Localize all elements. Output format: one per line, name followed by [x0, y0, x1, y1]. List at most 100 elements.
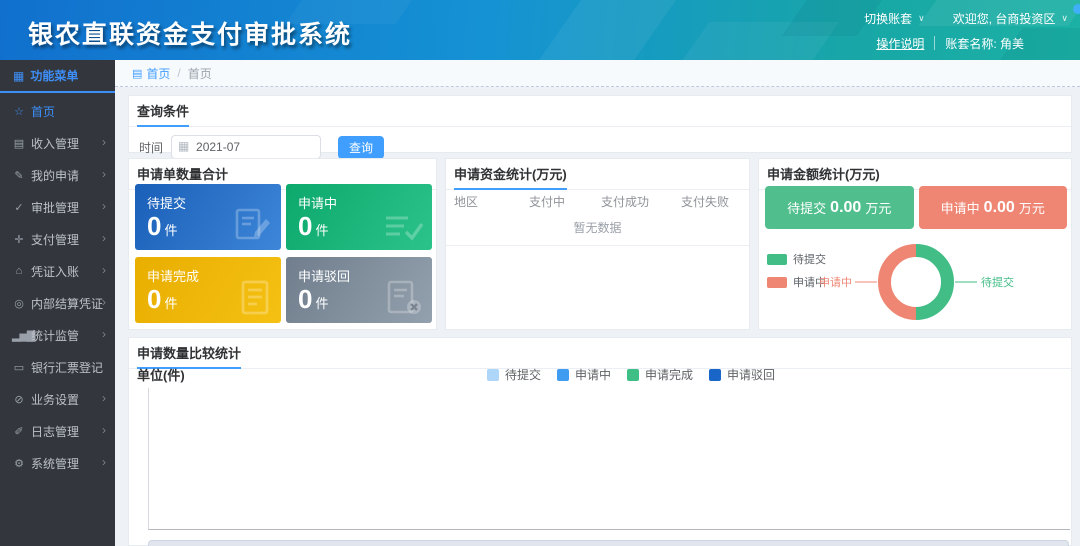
card-in-progress[interactable]: 申请中 0件: [286, 184, 432, 250]
sidebar-item-payment[interactable]: ✛ 支付管理 ›: [0, 223, 115, 255]
sidebar-item-statistics[interactable]: ▂▅▇ 统计监管 ›: [0, 319, 115, 351]
list-check-icon: [382, 210, 424, 244]
chevron-right-icon: ›: [102, 423, 106, 437]
amount-stats-panel: 申请金额统计(万元) 待提交 0.00 万元 申请中 0.00 万元 待提交: [758, 158, 1072, 330]
legend-swatch-blue: [557, 369, 569, 381]
chevron-right-icon: ›: [102, 295, 106, 309]
sidebar-menu: ☆ 首页 ▤ 收入管理 › ✎ 我的申请 › ✓ 审批管理 › ✛ 支付管理 ›: [0, 93, 115, 479]
card-label: 申请中: [298, 193, 337, 212]
bar-chart-icon: ▂▅▇: [12, 329, 25, 342]
sidebar-item-log[interactable]: ✐ 日志管理 ›: [0, 415, 115, 447]
funds-table-title: 申请资金统计(万元): [454, 164, 567, 190]
home-star-icon: ☆: [12, 105, 25, 118]
breadcrumb-home-link[interactable]: 首页: [146, 65, 170, 82]
chart-datazoom-slider[interactable]: [148, 540, 1069, 546]
header-decor-shape: [531, 0, 685, 60]
summary-cards-panel: 申请单数量合计 待提交 0件 申请中 0件: [128, 158, 437, 330]
sidebar-item-label: 银行汇票登记: [31, 359, 103, 376]
sidebar-item-label: 首页: [31, 103, 55, 120]
header-user-area: 切换账套 ∨ 欢迎您, 台商投资区 ∨ 操作说明 账套名称: 角美: [864, 8, 1068, 54]
legend-label: 申请驳回: [727, 366, 775, 383]
sidebar-item-system[interactable]: ⚙ 系统管理 ›: [0, 447, 115, 479]
card-label: 申请驳回: [298, 266, 350, 285]
query-panel-title: 查询条件: [137, 101, 189, 127]
donut-label-right: 待提交: [981, 275, 1014, 289]
edit-icon: ✐: [12, 425, 25, 438]
sidebar-item-internal-settlement[interactable]: ◎ 内部结算凭证 ›: [0, 287, 115, 319]
legend-swatch-darkblue: [709, 369, 721, 381]
app-window: 银农直联资金支付审批系统 切换账套 ∨ 欢迎您, 台商投资区 ∨ 操作说明 账套…: [0, 0, 1080, 546]
breadcrumb: ▤ 首页 / 首页: [115, 60, 1080, 87]
sidebar-item-voucher-entry[interactable]: ⌂ 凭证入账 ›: [0, 255, 115, 287]
card-value: 0: [298, 211, 312, 241]
divider: [934, 36, 935, 50]
month-picker-input[interactable]: ▦ 2021-07: [171, 135, 321, 159]
donut-label-left: 申请中: [819, 276, 852, 289]
month-picker-value: 2021-07: [196, 140, 240, 154]
legend-item-inprogress[interactable]: 申请中: [557, 366, 611, 383]
menu-header-label: 功能菜单: [30, 67, 78, 84]
chevron-right-icon: ›: [102, 327, 106, 341]
legend-item-rejected[interactable]: 申请驳回: [709, 366, 775, 383]
sidebar-item-home[interactable]: ☆ 首页: [0, 95, 115, 127]
legend-item-completed[interactable]: 申请完成: [627, 366, 693, 383]
plus-cross-icon: ✛: [12, 233, 25, 246]
chevron-right-icon: ›: [102, 263, 106, 277]
sidebar-menu-header: ▦ 功能菜单: [0, 60, 115, 93]
sidebar-item-label: 凭证入账: [31, 263, 79, 280]
comparison-chart-panel: 申请数量比较统计 单位(件) 待提交 申请中 申请完成 申请驳回: [128, 337, 1072, 546]
card-value: 0: [147, 284, 161, 314]
card-label: 待提交: [147, 193, 186, 212]
sidebar-item-label: 系统管理: [31, 455, 79, 472]
sidebar-item-label: 我的申请: [31, 167, 79, 184]
card-unit: 件: [315, 296, 328, 311]
query-panel: 查询条件 时间 ▦ 2021-07 查询: [128, 95, 1072, 153]
chevron-right-icon: ›: [102, 167, 106, 181]
legend-label: 申请中: [575, 366, 611, 383]
chevron-down-icon[interactable]: ∨: [1061, 13, 1068, 24]
empty-data-placeholder: 暂无数据: [446, 211, 749, 246]
chevron-right-icon: ›: [102, 135, 106, 149]
chevron-right-icon: ›: [102, 455, 106, 469]
legend-swatch-lightblue: [487, 369, 499, 381]
comparison-chart-header: 申请数量比较统计: [129, 338, 1071, 369]
funds-table-panel: 申请资金统计(万元) 地区 支付中 支付成功 支付失败 暂无数据: [445, 158, 750, 330]
account-name-text: 账套名称: 角美: [945, 35, 1024, 52]
sidebar-item-income[interactable]: ▤ 收入管理 ›: [0, 127, 115, 159]
time-label: 时间: [139, 139, 163, 156]
check-icon: ✓: [12, 201, 25, 214]
sidebar: ▦ 功能菜单 ☆ 首页 ▤ 收入管理 › ✎ 我的申请 › ✓ 审批管理 ›: [0, 60, 115, 546]
gear-icon: ⚙: [12, 457, 25, 470]
search-button[interactable]: 查询: [338, 136, 384, 159]
notification-dot: [1073, 4, 1080, 14]
card-completed[interactable]: 申请完成 0件: [135, 257, 281, 323]
sidebar-item-my-applications[interactable]: ✎ 我的申请 ›: [0, 159, 115, 191]
pencil-icon: ✎: [12, 169, 25, 182]
welcome-user-text[interactable]: 欢迎您, 台商投资区: [953, 10, 1056, 27]
document-icon: ▤: [12, 137, 25, 150]
funds-table-header: 申请资金统计(万元): [446, 159, 749, 190]
document-reject-icon: [384, 279, 424, 317]
card-value: 0: [298, 284, 312, 314]
sidebar-item-approval[interactable]: ✓ 审批管理 ›: [0, 191, 115, 223]
switch-account-link[interactable]: 切换账套: [864, 10, 912, 27]
sidebar-item-label: 日志管理: [31, 423, 79, 440]
card-label: 申请完成: [147, 266, 199, 285]
card-rejected[interactable]: 申请驳回 0件: [286, 257, 432, 323]
sidebar-item-label: 统计监管: [31, 327, 79, 344]
chevron-down-icon[interactable]: ∨: [918, 13, 925, 24]
operation-guide-link[interactable]: 操作说明: [876, 35, 924, 52]
sidebar-item-business-settings[interactable]: ⊘ 业务设置 ›: [0, 383, 115, 415]
document-lines-icon: [237, 279, 273, 317]
card-pending-submit[interactable]: 待提交 0件: [135, 184, 281, 250]
comparison-chart-legend: 待提交 申请中 申请完成 申请驳回: [487, 366, 775, 383]
calendar-icon: ▦: [178, 139, 189, 153]
chevron-right-icon: ›: [102, 231, 106, 245]
chevron-right-icon: ›: [102, 199, 106, 213]
card-unit: 件: [164, 223, 177, 238]
card-unit: 件: [164, 296, 177, 311]
sidebar-item-bank-draft[interactable]: ▭ 银行汇票登记: [0, 351, 115, 383]
sidebar-item-label: 支付管理: [31, 231, 79, 248]
legend-item-pending[interactable]: 待提交: [487, 366, 541, 383]
link-icon: ⊘: [12, 393, 25, 406]
